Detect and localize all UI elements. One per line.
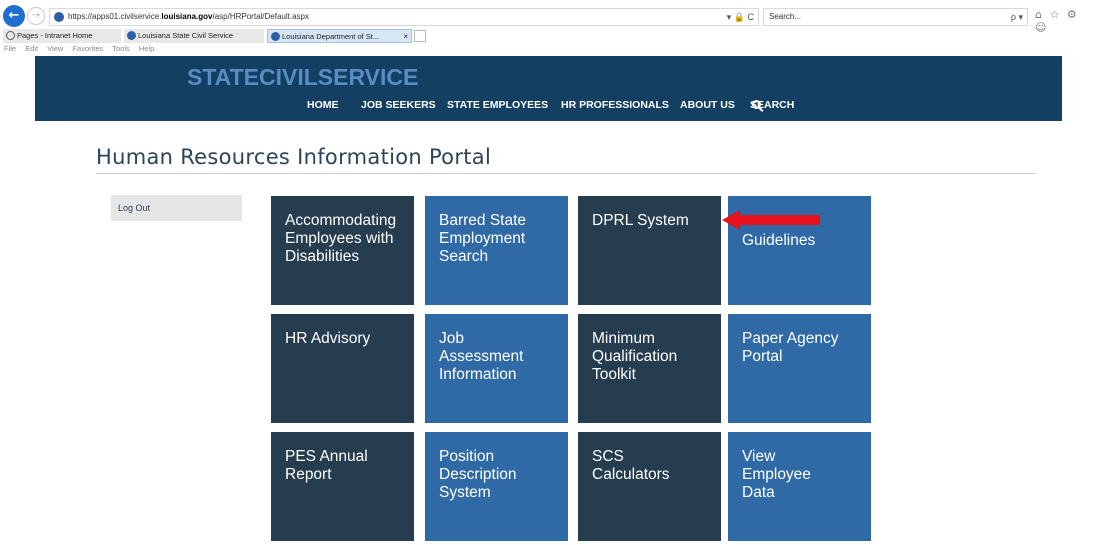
tile-pes-annual-report[interactable]: PES Annual Report [271,432,414,541]
tile-label: Position Description System [439,448,517,501]
tile-barred-state-employment[interactable]: Barred State Employment Search [425,196,568,305]
site-header: STATECIVILSERVICE HOME JOB SEEKERS STATE… [35,56,1062,121]
tile-minimum-qualification[interactable]: Minimum Qualification Toolkit [578,314,721,423]
back-button[interactable]: ← [3,5,25,27]
menu-help[interactable]: Help [139,44,154,53]
tab-pages-intranet-home[interactable]: Pages - Intranet Home [3,29,121,43]
menu-tools[interactable]: Tools [112,44,130,53]
tile-hr-advisory[interactable]: HR Advisory [271,314,414,423]
tile-dprl-system[interactable]: DPRL System [578,196,721,305]
nav-job-seekers[interactable]: JOB SEEKERS [361,99,436,111]
page-title: Human Resources Information Portal [96,145,492,169]
tile-label: HR Advisory [285,330,371,347]
tab-favicon-icon [6,31,15,40]
tile-label: Minimum Qualification Toolkit [592,330,678,383]
tile-label: SCS Calculators [592,448,670,483]
tab-label: Louisiana State Civil Service [138,31,234,40]
search-icon [752,100,761,109]
tab-label: Louisiana Department of St... [282,32,380,41]
url-path: /asp/HRPortal/Default.aspx [212,12,310,21]
tile-label: PES Annual Report [285,448,368,483]
tile-label: View Employee Data [742,448,811,501]
logo-text-civil: CIVIL [258,64,318,90]
address-bar[interactable]: https://apps01.civilservice.louisiana.go… [49,8,759,26]
site-favicon-icon [54,12,64,22]
tile-label: Guidelines [742,232,816,249]
tile-view-employee-data[interactable]: View Employee Data [728,432,871,541]
nav-hr-professionals[interactable]: HR PROFESSIONALS [561,99,669,111]
url-domain: louisiana.gov [161,12,213,21]
title-divider [96,173,1036,174]
logout-link[interactable]: Log Out [111,195,242,221]
address-row: ← → https://apps01.civilservice.louisian… [0,2,1097,34]
new-tab-button[interactable] [414,30,426,42]
menu-file[interactable]: File [4,44,16,53]
tab-strip: Pages - Intranet Home Louisiana State Ci… [0,29,1097,43]
menu-favorites[interactable]: Favorites [72,44,103,53]
tile-accommodating-employees[interactable]: Accommodating Employees with Disabilitie… [271,196,414,305]
browser-chrome: ← → https://apps01.civilservice.louisian… [0,0,1097,56]
menu-view[interactable]: View [47,44,63,53]
tab-louisiana-department[interactable]: Louisiana Department of St... × [267,29,412,43]
nav-search-item[interactable]: SEARCH [750,99,794,111]
logo-text-state: STATE [187,64,259,90]
nav-state-employees[interactable]: STATE EMPLOYEES [447,99,548,111]
menu-edit[interactable]: Edit [25,44,38,53]
url-prefix: https://apps01.civilservice. [68,12,162,21]
menu-bar: File Edit View Favorites Tools Help [4,44,161,56]
tile-label: Accommodating Employees with Disabilitie… [285,212,397,265]
browser-search-input[interactable]: Search... ρ ▾ [763,8,1028,26]
tile-label: Paper Agency Portal [742,330,839,365]
tile-label: DPRL System [592,212,689,229]
site-logo[interactable]: STATECIVILSERVICE [187,64,418,91]
search-placeholder: Search... [769,12,802,21]
url-tools-icons[interactable]: ▾ 🔒 C [727,9,754,25]
tile-scs-calculators[interactable]: SCS Calculators [578,432,721,541]
tab-label: Pages - Intranet Home [17,31,93,40]
logo-text-service: SERVICE [317,64,419,90]
red-arrow-icon [722,210,820,230]
tile-paper-agency-portal[interactable]: Paper Agency Portal [728,314,871,423]
tile-label: Barred State Employment Search [439,212,527,265]
search-dropdown-icon[interactable]: ρ ▾ [1011,9,1023,25]
tile-label: Job Assessment Information [439,330,524,383]
nav-home[interactable]: HOME [307,99,339,111]
tile-position-description[interactable]: Position Description System [425,432,568,541]
tab-close-icon[interactable]: × [403,30,408,42]
nav-about-us[interactable]: ABOUT US [680,99,735,111]
tab-favicon-icon [271,32,280,41]
tile-job-assessment[interactable]: Job Assessment Information [425,314,568,423]
tab-louisiana-state-civil-service[interactable]: Louisiana State Civil Service [124,29,264,43]
forward-button[interactable]: → [27,7,45,25]
tab-favicon-icon [127,31,136,40]
